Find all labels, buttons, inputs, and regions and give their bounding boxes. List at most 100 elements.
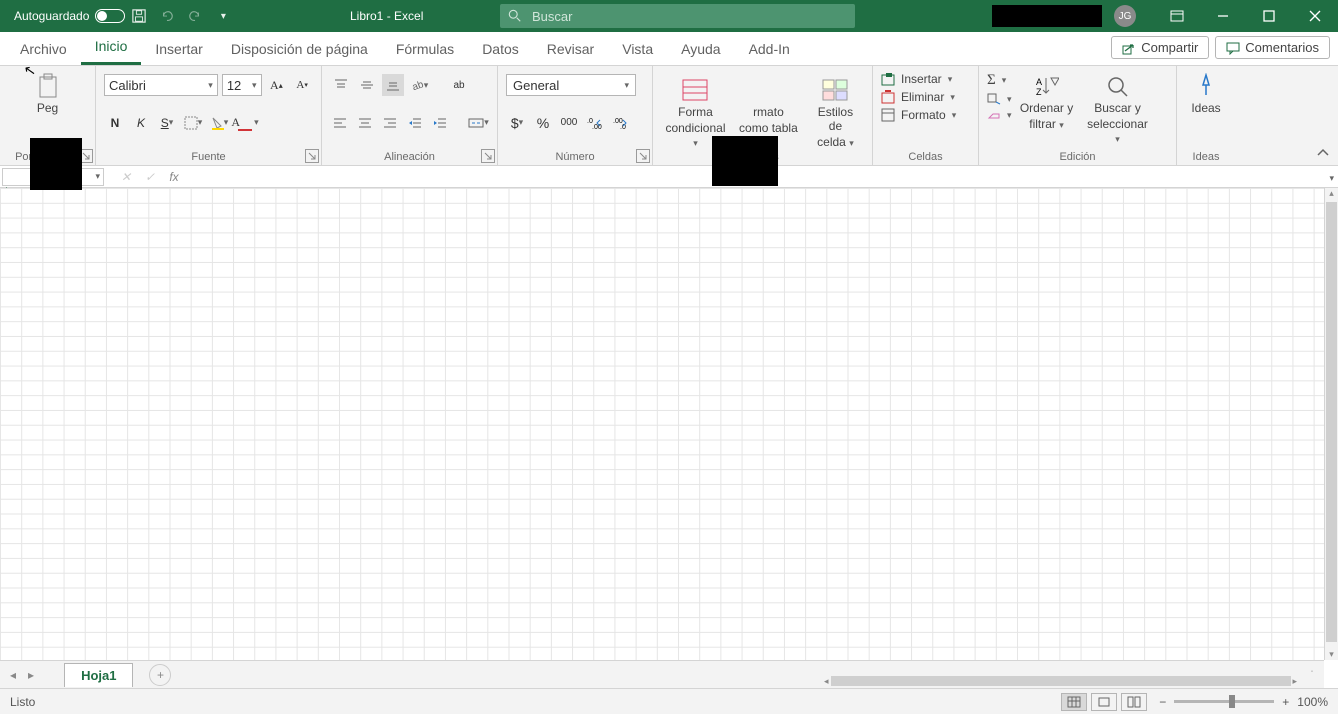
orientation-icon[interactable]: ab▾ (408, 74, 430, 96)
launcher-icon[interactable] (481, 149, 495, 163)
tab-vista[interactable]: Vista (608, 35, 667, 65)
currency-button[interactable]: $▾ (506, 112, 528, 134)
ribbon-tabs: Archivo Inicio Insertar Disposición de p… (0, 32, 1338, 66)
comments-button[interactable]: Comentarios (1215, 36, 1330, 59)
decrease-indent-icon[interactable] (405, 112, 426, 134)
scroll-thumb[interactable] (831, 676, 1291, 686)
launcher-icon[interactable] (636, 149, 650, 163)
tab-disposicion[interactable]: Disposición de página (217, 35, 382, 65)
maximize-icon[interactable] (1246, 0, 1292, 32)
search-box[interactable]: Buscar (500, 4, 855, 28)
ribbon-display-icon[interactable] (1154, 0, 1200, 32)
ideas-button[interactable]: Ideas (1185, 70, 1227, 118)
increase-font-icon[interactable]: A▴ (266, 74, 288, 96)
font-selector[interactable]: Calibri▾ (104, 74, 218, 96)
increase-indent-icon[interactable] (430, 112, 451, 134)
autosum-button[interactable]: Σ▾ (987, 72, 1012, 89)
vertical-scrollbar[interactable]: ▴ ▾ (1324, 188, 1338, 660)
align-middle-icon[interactable] (356, 74, 378, 96)
close-icon[interactable] (1292, 0, 1338, 32)
tab-revisar[interactable]: Revisar (533, 35, 608, 65)
insert-cells-button[interactable]: Insertar▾ (881, 72, 970, 86)
view-layout-icon[interactable] (1091, 693, 1117, 711)
svg-text:.00: .00 (592, 124, 602, 130)
svg-text:Z: Z (1036, 87, 1042, 97)
tab-insertar[interactable]: Insertar (141, 35, 216, 65)
prev-sheet-icon[interactable]: ◂ (10, 668, 16, 682)
delete-cells-button[interactable]: Eliminar▾ (881, 90, 970, 104)
increase-decimal-icon[interactable]: .0.00 (584, 112, 606, 134)
tab-inicio[interactable]: Inicio (81, 32, 142, 65)
autosave-toggle[interactable]: Autoguardado (14, 9, 125, 23)
number-format-selector[interactable]: General▾ (506, 74, 636, 96)
format-cells-button[interactable]: Formato▾ (881, 108, 970, 122)
add-sheet-button[interactable]: + (149, 664, 171, 686)
collapse-ribbon-icon[interactable] (1316, 147, 1330, 161)
spreadsheet-grid[interactable] (0, 188, 1324, 660)
align-bottom-icon[interactable] (382, 74, 404, 96)
fill-button[interactable]: ▾ (987, 93, 1012, 105)
redacted-block (30, 138, 82, 190)
user-avatar[interactable]: JG (1114, 5, 1136, 27)
save-icon[interactable] (129, 6, 149, 26)
share-icon (1122, 41, 1136, 55)
align-right-icon[interactable] (380, 112, 401, 134)
find-select-button[interactable]: Buscar y seleccionar ▾ (1082, 70, 1154, 147)
zoom-level[interactable]: 100% (1297, 695, 1328, 709)
zoom-in-button[interactable]: + (1282, 695, 1289, 709)
wrap-text-button[interactable]: ab (448, 74, 470, 96)
tab-ayuda[interactable]: Ayuda (667, 35, 734, 65)
fill-color-button[interactable]: ▾ (208, 112, 230, 134)
align-center-icon[interactable] (355, 112, 376, 134)
fx-icon[interactable]: fx (162, 170, 186, 184)
view-pagebreak-icon[interactable] (1121, 693, 1147, 711)
enter-icon[interactable]: ✓ (138, 170, 162, 184)
status-ready: Listo (10, 695, 35, 709)
font-size-selector[interactable]: 12▾ (222, 74, 262, 96)
scroll-thumb[interactable] (1326, 202, 1337, 642)
align-top-icon[interactable] (330, 74, 352, 96)
redo-icon[interactable] (185, 6, 205, 26)
tab-addin[interactable]: Add-In (735, 35, 804, 65)
tab-formulas[interactable]: Fórmulas (382, 35, 468, 65)
group-label-ideas: Ideas (1185, 149, 1227, 163)
share-button[interactable]: Compartir (1111, 36, 1209, 59)
merge-button[interactable]: ▾ (468, 112, 489, 134)
view-normal-icon[interactable] (1061, 693, 1087, 711)
status-bar: Listo − + 100% (0, 688, 1338, 714)
underline-button[interactable]: S▾ (156, 112, 178, 134)
sort-filter-button[interactable]: AZ Ordenar y filtrar ▾ (1016, 70, 1078, 134)
zoom-out-button[interactable]: − (1159, 695, 1166, 709)
horizontal-scrollbar[interactable]: ◂ ▸ (824, 674, 1324, 688)
paste-label: Peg (37, 102, 58, 116)
group-label-alineacion: Alineación (330, 149, 489, 163)
decrease-decimal-icon[interactable]: .00.0 (610, 112, 632, 134)
tab-datos[interactable]: Datos (468, 35, 533, 65)
expand-formula-icon[interactable]: ▾ (1329, 170, 1334, 184)
qat-more-icon[interactable]: ▾ (213, 6, 233, 26)
cell-styles-button[interactable]: Estilos de celda ▾ (807, 74, 864, 151)
group-label-edicion: Edición (987, 149, 1168, 163)
formula-bar: ▾ ✕ ✓ fx ▾ (0, 166, 1338, 188)
minimize-icon[interactable] (1200, 0, 1246, 32)
tab-archivo[interactable]: Archivo (6, 35, 81, 65)
toggle-switch[interactable] (95, 9, 125, 23)
percent-button[interactable]: % (532, 112, 554, 134)
align-left-icon[interactable] (330, 112, 351, 134)
cancel-icon[interactable]: ✕ (114, 170, 138, 184)
clear-button[interactable]: ▾ (987, 109, 1012, 121)
paste-button[interactable]: Peg (8, 70, 87, 118)
decrease-font-icon[interactable]: A▾ (291, 74, 313, 96)
group-label-fuente: Fuente (104, 149, 313, 163)
borders-button[interactable]: ▾ (182, 112, 204, 134)
bold-button[interactable]: N (104, 112, 126, 134)
thousands-button[interactable]: 000 (558, 112, 580, 134)
account-redacted (992, 5, 1102, 27)
zoom-slider[interactable] (1174, 700, 1274, 703)
sheet-tab[interactable]: Hoja1 (64, 663, 133, 687)
launcher-icon[interactable] (305, 149, 319, 163)
italic-button[interactable]: K (130, 112, 152, 134)
undo-icon[interactable] (157, 6, 177, 26)
next-sheet-icon[interactable]: ▸ (28, 668, 34, 682)
font-color-button[interactable]: A▾ (234, 112, 256, 134)
